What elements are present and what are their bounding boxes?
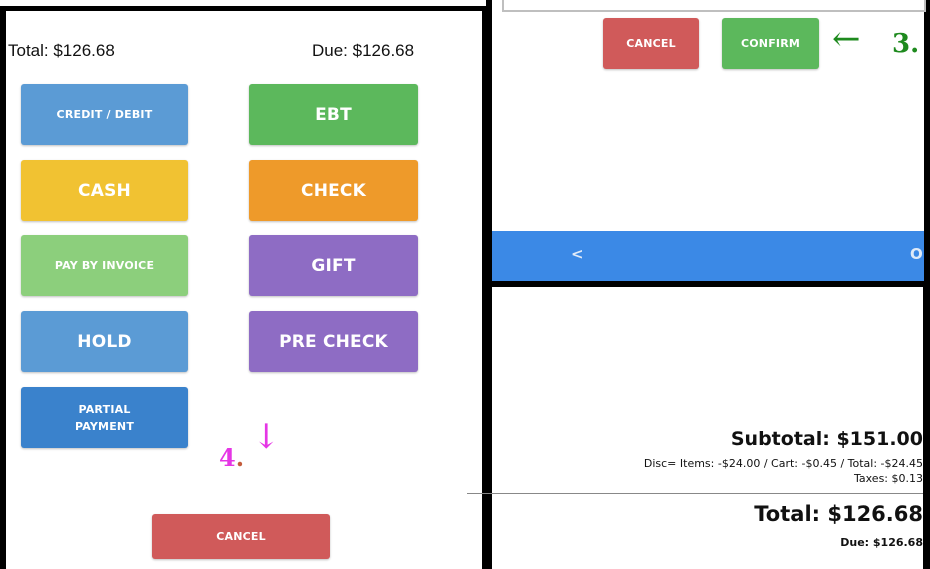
payment-due: Due: $126.68 bbox=[312, 41, 415, 60]
dialog-input-field[interactable] bbox=[502, 0, 926, 12]
check-button[interactable]: CHECK bbox=[249, 160, 418, 221]
taxes-line: Taxes: $0.13 bbox=[853, 472, 923, 485]
step-3-arrow-icon: ← bbox=[832, 19, 861, 59]
discount-line: Disc= Items: -$24.00 / Cart: -$0.45 / To… bbox=[643, 457, 923, 470]
payment-total: Total: $126.68 bbox=[8, 41, 115, 60]
partial-payment-label-line2: PAYMENT bbox=[74, 419, 135, 433]
partial-payment-label-line1: PARTIAL bbox=[78, 402, 131, 416]
hold-button[interactable]: HOLD bbox=[21, 311, 188, 372]
payment-cancel-button[interactable]: CANCEL bbox=[152, 514, 330, 559]
step-4-annotation: 4. bbox=[219, 443, 244, 472]
cash-button[interactable]: CASH bbox=[21, 160, 188, 221]
summary-due: Due: $126.68 bbox=[840, 536, 923, 549]
summary-total: Total: $126.68 bbox=[754, 502, 923, 526]
step-3-label: 3. bbox=[892, 29, 920, 59]
pre-check-button[interactable]: PRE CHECK bbox=[249, 311, 418, 372]
subtotal: Subtotal: $151.00 bbox=[730, 428, 923, 450]
dialog-cancel-button[interactable]: CANCEL bbox=[603, 18, 699, 69]
gift-button[interactable]: GIFT bbox=[249, 235, 418, 296]
summary-divider bbox=[467, 493, 923, 494]
ebt-button[interactable]: EBT bbox=[249, 84, 418, 145]
pay-by-invoice-button[interactable]: PAY BY INVOICE bbox=[21, 235, 188, 296]
step-4-dot: . bbox=[235, 443, 245, 472]
payment-panel: Total: $126.68 Due: $126.68 CREDIT / DEB… bbox=[0, 6, 488, 569]
back-icon[interactable]: < bbox=[571, 245, 584, 263]
credit-debit-button[interactable]: CREDIT / DEBIT bbox=[21, 84, 188, 145]
step-4-number: 4 bbox=[219, 443, 236, 472]
confirm-dialog: CANCEL CONFIRM < O bbox=[486, 0, 930, 287]
partial-payment-button[interactable]: PARTIAL PAYMENT bbox=[21, 387, 188, 448]
circle-icon[interactable]: O bbox=[910, 245, 923, 263]
dialog-confirm-button[interactable]: CONFIRM bbox=[722, 18, 819, 69]
dialog-bottom-bar: < O bbox=[492, 231, 924, 281]
step-4-arrow-icon: ↓ bbox=[252, 417, 281, 457]
